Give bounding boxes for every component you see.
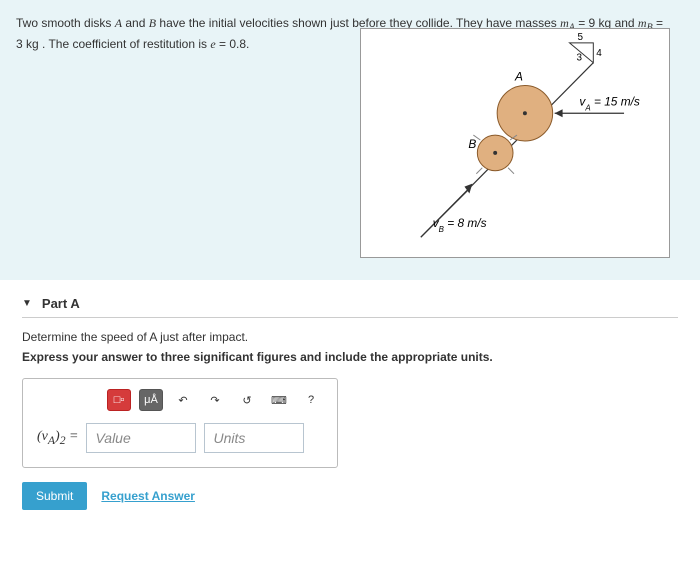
va-label: vA = 15 m/s [579, 94, 639, 112]
answer-input-row: (vA)2 = Value Units [37, 423, 323, 453]
triangle-top-label: 5 [577, 32, 583, 43]
problem-statement-panel: Two smooth disks A and B have the initia… [0, 0, 700, 280]
keyboard-button[interactable]: ⌨ [267, 389, 291, 411]
part-question: Determine the speed of A just after impa… [22, 330, 678, 344]
submit-row: Submit Request Answer [22, 482, 678, 510]
part-header[interactable]: ▼ Part A [22, 296, 678, 318]
collapse-caret-icon[interactable]: ▼ [22, 298, 32, 309]
part-label: Part A [42, 296, 80, 311]
reset-button[interactable]: ↺ [235, 389, 259, 411]
triangle-right-label: 4 [596, 48, 602, 59]
help-button[interactable]: ? [299, 389, 323, 411]
vb-label: vB = 8 m/s [433, 216, 487, 234]
collision-diagram: 5 4 3 A vA = 15 m/s B [361, 29, 669, 257]
triangle-hyp-label: 3 [576, 53, 582, 64]
greek-button[interactable]: μÅ [139, 389, 163, 411]
figure-box: 5 4 3 A vA = 15 m/s B [360, 28, 670, 258]
request-answer-link[interactable]: Request Answer [101, 489, 195, 503]
part-instruction: Express your answer to three significant… [22, 350, 678, 364]
answer-toolbar: □▫ μÅ ↶ ↷ ↺ ⌨ ? [107, 389, 323, 411]
part-a-section: ▼ Part A Determine the speed of A just a… [0, 280, 700, 526]
value-input[interactable]: Value [86, 423, 196, 453]
submit-button[interactable]: Submit [22, 482, 87, 510]
units-input[interactable]: Units [204, 423, 304, 453]
disk-b-label: B [468, 137, 476, 151]
variable-label: (vA)2 = [37, 429, 78, 447]
redo-button[interactable]: ↷ [203, 389, 227, 411]
answer-box: □▫ μÅ ↶ ↷ ↺ ⌨ ? (vA)2 = Value Units [22, 378, 338, 468]
undo-button[interactable]: ↶ [171, 389, 195, 411]
disk-a-label: A [514, 70, 523, 84]
templates-button[interactable]: □▫ [107, 389, 131, 411]
